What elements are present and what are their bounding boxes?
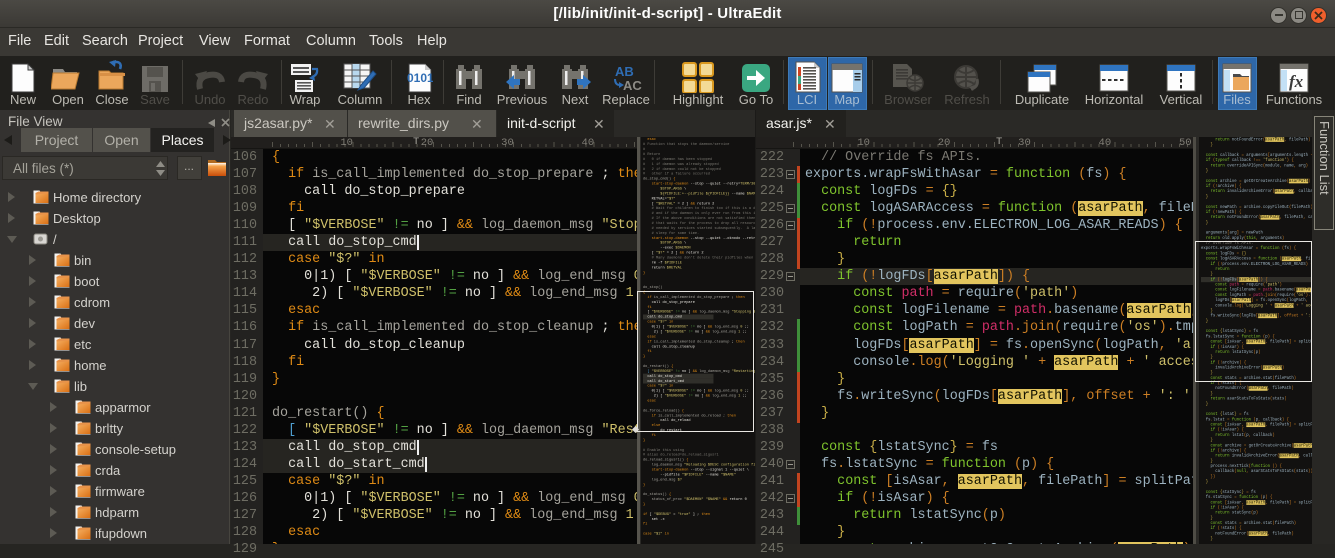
svg-text:AC: AC <box>623 78 642 93</box>
svg-text:AB: AB <box>615 64 634 79</box>
svg-text:fx: fx <box>1289 72 1304 91</box>
svg-text:0101: 0101 <box>407 71 433 85</box>
